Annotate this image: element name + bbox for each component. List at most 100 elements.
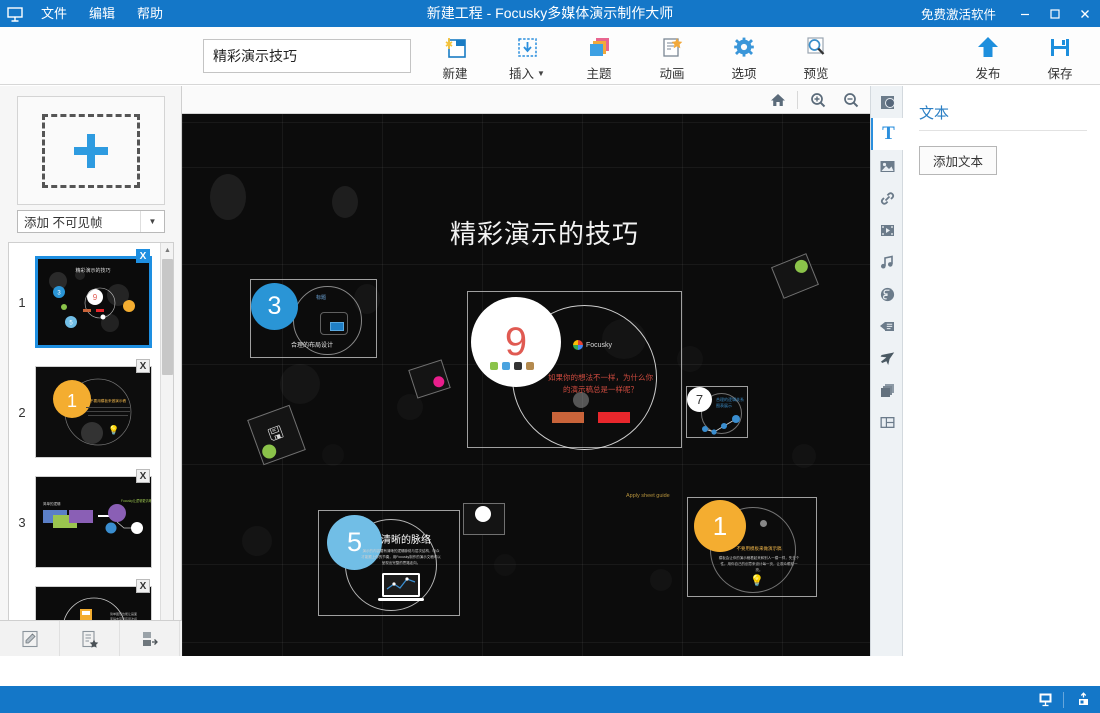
insert-label-text: 插入 bbox=[509, 67, 535, 81]
animation-button[interactable]: 动画 bbox=[641, 31, 703, 83]
publish-cloud-icon[interactable] bbox=[1064, 686, 1100, 713]
menu-edit[interactable]: 编辑 bbox=[78, 0, 126, 27]
loose-object-green[interactable] bbox=[771, 253, 819, 299]
green-badge-icon bbox=[792, 257, 810, 275]
home-icon[interactable] bbox=[761, 86, 794, 113]
svg-text:9: 9 bbox=[93, 293, 98, 302]
list-item[interactable]: 3 简单的逻辑 Focusky让逻辑更清晰 X bbox=[9, 467, 152, 577]
dot-gold-icon bbox=[526, 362, 534, 370]
add-frame-dashed-area bbox=[42, 113, 140, 188]
slide-canvas[interactable]: 精彩演示的技巧 3 标题 合理的布局设计 9 Focusky 如果你的想法不一样… bbox=[182, 114, 870, 656]
slide-title-text[interactable]: 精彩演示的技巧 bbox=[450, 214, 639, 251]
plane-icon[interactable] bbox=[871, 342, 904, 374]
insert-icon bbox=[514, 34, 540, 60]
theme-button-label: 主题 bbox=[586, 67, 612, 81]
frame-star-icon[interactable] bbox=[60, 621, 120, 656]
frame-9[interactable]: 9 Focusky 如果你的想法不一样，为什么你的演示稿总是一样呢？ bbox=[467, 291, 682, 450]
frame-1-caption: 不要用模板来做演示稿 bbox=[736, 546, 782, 551]
video-icon[interactable] bbox=[871, 214, 904, 246]
zoom-out-icon[interactable] bbox=[834, 86, 867, 113]
add-frame-type-value: 添加 不可见帧 bbox=[24, 216, 103, 230]
delete-frame-icon[interactable]: X bbox=[136, 469, 150, 483]
add-frame-button[interactable] bbox=[17, 96, 165, 205]
titlebar-right-group: 免费激活软件 bbox=[921, 0, 1100, 27]
frame-number: 3 bbox=[18, 514, 26, 530]
loose-object-usb[interactable]: 🖫 bbox=[247, 404, 306, 466]
delete-frame-icon[interactable]: X bbox=[136, 249, 150, 263]
frame-9-body-text: 如果你的想法不一样，为什么你的演示稿总是一样呢？ bbox=[548, 373, 653, 394]
frame-thumbnail[interactable]: 1 不要用模板来做演示稿 💡 bbox=[35, 366, 152, 458]
image-icon[interactable] bbox=[871, 150, 904, 182]
reorder-frames-icon[interactable] bbox=[120, 621, 180, 656]
publish-button-label: 发布 bbox=[975, 67, 1001, 81]
animation-path-icon[interactable] bbox=[871, 310, 904, 342]
save-button[interactable]: 保存 bbox=[1029, 31, 1091, 83]
frame-7-badge: 7 bbox=[687, 387, 712, 412]
close-icon[interactable] bbox=[1070, 0, 1100, 27]
loose-object-pink[interactable] bbox=[408, 359, 451, 399]
edit-pencil-icon[interactable] bbox=[0, 621, 60, 656]
pink-badge-icon bbox=[431, 374, 446, 389]
panel-divider bbox=[919, 130, 1087, 131]
frame-number: 2 bbox=[18, 404, 26, 420]
frame-3[interactable]: 3 标题 合理的布局设计 bbox=[250, 279, 377, 358]
preview-button-label: 预览 bbox=[803, 67, 829, 81]
frame-5-body-text: 演示的内容要有清晰的逻辑脉络与层次结构，听众才能跟上你的节奏，用Focusky制… bbox=[361, 549, 441, 565]
list-item[interactable]: 1 精彩演示的技巧 3 9 5 X bbox=[9, 247, 152, 357]
publish-button[interactable]: 发布 bbox=[957, 31, 1019, 83]
music-icon[interactable] bbox=[871, 246, 904, 278]
insert-button-label: 插入 ▼ bbox=[509, 63, 545, 82]
link-icon[interactable] bbox=[871, 182, 904, 214]
menu-help[interactable]: 帮助 bbox=[126, 0, 174, 27]
frames-thumbnail-list[interactable]: 1 精彩演示的技巧 3 9 5 X 2 1 不要用模板来做演示稿 💡 X 3 简… bbox=[8, 242, 174, 646]
project-name-input[interactable] bbox=[203, 39, 411, 73]
flash-icon[interactable] bbox=[871, 278, 904, 310]
frame-1[interactable]: 1 不要用模板来做演示稿 模板会让你的演示稿看起来和别人一模一样，失去个性。用你… bbox=[687, 497, 817, 597]
delete-frame-icon[interactable]: X bbox=[136, 579, 150, 593]
frame-3-badge: 3 bbox=[251, 283, 298, 330]
theme-button[interactable]: 主题 bbox=[568, 31, 630, 83]
list-item[interactable]: 2 1 不要用模板来做演示稿 💡 X bbox=[9, 357, 152, 467]
frame-3-mini-button bbox=[330, 322, 344, 331]
svg-text:简单图形也能让画面: 简单图形也能让画面 bbox=[110, 611, 137, 616]
delete-frame-icon[interactable]: X bbox=[136, 359, 150, 373]
preview-button[interactable]: 预览 bbox=[785, 31, 847, 83]
new-button[interactable]: 新建 bbox=[424, 31, 486, 83]
frame-thumbnail[interactable]: 精彩演示的技巧 3 9 5 bbox=[35, 256, 152, 348]
add-text-button[interactable]: 添加文本 bbox=[919, 146, 998, 175]
frame-9-logo-text: Focusky bbox=[586, 341, 613, 349]
options-button[interactable]: 选项 bbox=[713, 31, 775, 83]
svg-text:1: 1 bbox=[67, 391, 77, 411]
layout-icon[interactable] bbox=[871, 406, 904, 438]
frame-thumbnail[interactable]: 简单的逻辑 Focusky让逻辑更清晰 bbox=[35, 476, 152, 568]
frame-7-chart-icon bbox=[702, 415, 740, 435]
frame-9-logo: Focusky bbox=[573, 340, 612, 350]
menu-file[interactable]: 文件 bbox=[30, 0, 78, 27]
minimize-icon[interactable] bbox=[1010, 0, 1040, 27]
dot-blue-icon bbox=[502, 362, 510, 370]
present-screen-icon[interactable] bbox=[1027, 686, 1063, 713]
save-disk-icon bbox=[1047, 34, 1073, 60]
loose-object-white[interactable] bbox=[463, 503, 505, 535]
shape-icon[interactable] bbox=[871, 86, 904, 118]
frame-5-laptop-icon bbox=[378, 573, 424, 601]
svg-text:Focusky让逻辑更清晰: Focusky让逻辑更清晰 bbox=[121, 498, 151, 503]
insert-button[interactable]: 插入 ▼ bbox=[496, 31, 558, 83]
zoom-in-icon[interactable] bbox=[801, 86, 834, 113]
layers-icon[interactable] bbox=[871, 374, 904, 406]
scrollbar-thumb[interactable] bbox=[162, 259, 173, 375]
triangle-up-icon[interactable]: ▲ bbox=[161, 243, 173, 257]
activate-software-link[interactable]: 免费激活软件 bbox=[921, 4, 996, 23]
chevron-down-icon[interactable]: ▼ bbox=[140, 211, 164, 232]
frame-5[interactable]: 5 清晰的脉络 演示的内容要有清晰的逻辑脉络与层次结构，听众才能跟上你的节奏，用… bbox=[318, 510, 460, 616]
new-button-label: 新建 bbox=[442, 67, 468, 81]
svg-text:💡: 💡 bbox=[108, 424, 119, 435]
frame-7[interactable]: 7 合理的逻辑关系图表展示 bbox=[686, 386, 748, 438]
maximize-icon[interactable] bbox=[1040, 0, 1070, 27]
frames-panel-toolbar bbox=[0, 620, 182, 656]
text-icon[interactable]: T bbox=[871, 118, 904, 150]
frames-scrollbar[interactable]: ▲ ▼ bbox=[160, 243, 173, 645]
svg-text:精彩演示的技巧: 精彩演示的技巧 bbox=[75, 267, 110, 274]
add-frame-type-select[interactable]: 添加 不可见帧 ▼ bbox=[17, 210, 165, 233]
new-document-icon bbox=[442, 34, 468, 60]
